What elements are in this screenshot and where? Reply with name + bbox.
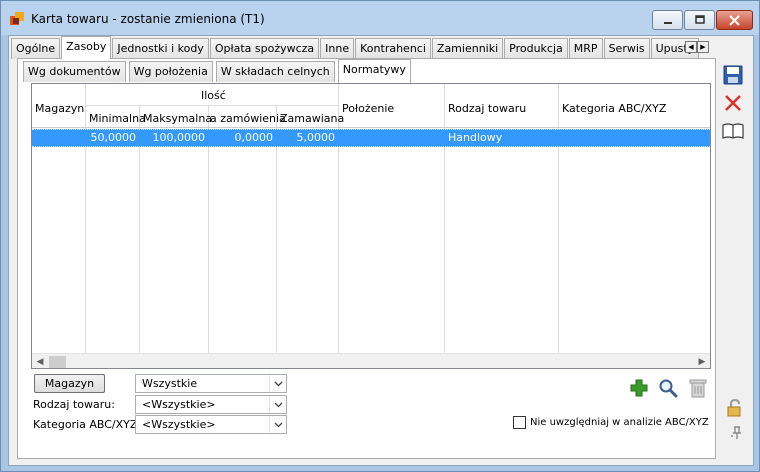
subtab-wg-polozenia[interactable]: Wg położenia (128, 61, 213, 82)
col-header-ilosc: Ilość (201, 89, 226, 102)
tab-produkcja[interactable]: Produkcja (504, 38, 568, 59)
minimize-icon (663, 22, 672, 24)
minimize-button[interactable] (652, 10, 683, 30)
normatywy-grid[interactable]: Magazyn Ilość Minimalna Maksymalna a zam… (31, 83, 711, 369)
cell-minimalna: 50,0000 (90, 131, 137, 144)
scrollbar-thumb[interactable] (49, 356, 66, 368)
col-header-rodzaj-towaru[interactable]: Rodzaj towaru (448, 102, 526, 115)
window: Karta towaru - zostanie zmieniona (T1) O… (0, 0, 760, 472)
cell-rodzaj-towaru: Handlowy (448, 131, 503, 144)
tab-serwis[interactable]: Serwis (603, 38, 650, 59)
app-icon (10, 12, 24, 25)
grid-header-border (32, 127, 710, 128)
kategoria-select-value: <Wszystkie> (142, 418, 216, 431)
tab-oplata-spozywcza[interactable]: Opłata spożywcza (209, 38, 320, 59)
magnifier-icon (659, 379, 678, 398)
tab-scroll-left-button[interactable]: ◀ (685, 41, 697, 53)
magazyn-select[interactable]: Wszystkie (135, 374, 287, 393)
floppy-disk-icon (723, 65, 743, 85)
col-header-minimalna[interactable]: Minimalna (89, 112, 146, 125)
grid-divider (444, 84, 445, 354)
main-tabs: Ogólne Zasoby Jednostki i kody Opłata sp… (11, 36, 700, 59)
pin-button[interactable] (726, 422, 748, 444)
trash-icon (689, 379, 707, 398)
cell-a-zamowienia: 0,0000 (234, 131, 274, 144)
horizontal-scrollbar[interactable]: ◀ ▶ (32, 353, 710, 368)
chevron-down-icon[interactable] (269, 396, 286, 413)
cell-maksymalna: 100,0000 (152, 131, 206, 144)
lock-button[interactable] (724, 397, 746, 419)
help-button[interactable] (722, 120, 744, 142)
maximize-button[interactable] (684, 10, 715, 30)
chevron-down-icon[interactable] (269, 375, 286, 392)
tab-scroll-right-button[interactable]: ▶ (697, 41, 709, 53)
tab-scroll-buttons: ◀ ▶ (685, 41, 709, 53)
subtab-wg-dokumentow[interactable]: Wg dokumentów (23, 61, 126, 82)
chevron-down-icon[interactable] (269, 416, 286, 433)
book-icon (722, 123, 744, 139)
padlock-icon (727, 399, 741, 417)
close-icon (725, 95, 741, 111)
tab-zamienniki[interactable]: Zamienniki (431, 38, 504, 59)
col-header-kategoria[interactable]: Kategoria ABC/XYZ (562, 102, 666, 115)
grid-divider (558, 84, 559, 354)
rodzaj-towaru-select[interactable]: <Wszystkie> (135, 395, 287, 414)
sub-tabs: Wg dokumentów Wg położenia W składach ce… (23, 59, 414, 83)
title-bar[interactable]: Karta towaru - zostanie zmieniona (T1) (1, 1, 759, 35)
subtab-w-skladach-celnych[interactable]: W składach celnych (215, 61, 335, 82)
save-button[interactable] (722, 64, 744, 86)
scroll-right-arrow-icon[interactable]: ▶ (694, 355, 710, 368)
rodzaj-towaru-select-value: <Wszystkie> (142, 398, 216, 411)
plus-icon (630, 379, 648, 397)
cell-zamawiana: 5,0000 (296, 131, 336, 144)
tab-kontrahenci[interactable]: Kontrahenci (355, 38, 431, 59)
maximize-icon (694, 15, 705, 24)
exclude-abc-checkbox[interactable] (513, 416, 526, 429)
add-button[interactable] (628, 377, 650, 399)
magazyn-button[interactable]: Magazyn (34, 374, 105, 393)
cancel-button[interactable] (722, 92, 744, 114)
col-header-polozenie[interactable]: Położenie (342, 102, 394, 115)
tab-jednostki-i-kody[interactable]: Jednostki i kody (112, 38, 209, 59)
col-header-a-zamowienia[interactable]: a zamówienia (210, 112, 286, 125)
delete-button[interactable] (687, 377, 709, 399)
tab-ogolne[interactable]: Ogólne (11, 38, 61, 59)
magazyn-select-value: Wszystkie (142, 377, 198, 390)
tab-mrp[interactable]: MRP (568, 38, 603, 59)
col-header-zamawiana[interactable]: Zamawiana (280, 112, 344, 125)
tab-inne[interactable]: Inne (320, 38, 355, 59)
tab-zasoby[interactable]: Zasoby (61, 36, 112, 59)
window-title: Karta towaru - zostanie zmieniona (T1) (31, 12, 265, 26)
close-icon (729, 14, 740, 26)
exclude-abc-label: Nie uwzględniaj w analizie ABC/XYZ (530, 417, 709, 428)
grid-divider (85, 105, 338, 106)
pin-icon (731, 426, 741, 439)
scroll-left-arrow-icon[interactable]: ◀ (32, 355, 48, 368)
preview-button[interactable] (657, 377, 679, 399)
kategoria-select[interactable]: <Wszystkie> (135, 415, 287, 434)
rodzaj-towaru-label: Rodzaj towaru: (33, 398, 115, 411)
grid-divider (85, 84, 86, 354)
close-window-button[interactable] (716, 10, 753, 30)
col-header-maksymalna[interactable]: Maksymalna (143, 112, 212, 125)
col-header-magazyn[interactable]: Magazyn (35, 102, 84, 115)
kategoria-label: Kategoria ABC/XYZ: (33, 418, 142, 431)
subtab-normatywy[interactable]: Normatywy (337, 59, 411, 83)
